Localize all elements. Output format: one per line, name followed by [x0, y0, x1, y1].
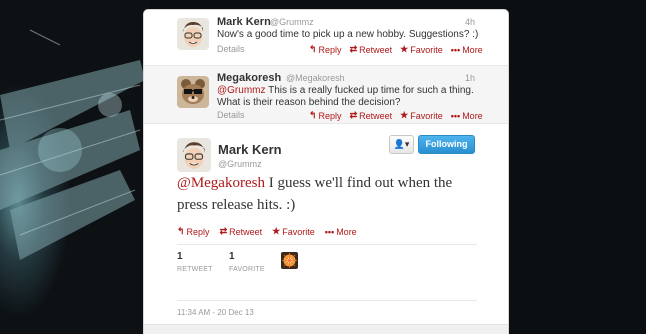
favorite-label: FAVORITE [229, 266, 265, 273]
reply-arrow-icon: ↰ [309, 44, 317, 54]
tweet-text: @Grummz This is a really fucked up time … [217, 85, 474, 108]
tweet-time[interactable]: 1h [465, 73, 475, 83]
favorite-button[interactable]: ★ Favorite [400, 44, 443, 55]
mention-link[interactable]: @Megakoresh [177, 175, 265, 191]
retweet-icon: ⇄ [349, 110, 358, 120]
reply-button[interactable]: ↰ Reply [309, 110, 342, 121]
tweet-author-name[interactable]: Megakoresh [217, 72, 281, 84]
tweet-author-handle[interactable]: @Megakoresh [286, 73, 345, 83]
dots-icon: ••• [324, 226, 335, 237]
favorite-count: 1 [229, 251, 235, 262]
tweet-author-name[interactable]: Mark Kern [217, 16, 271, 28]
reply-arrow-icon: ↰ [177, 226, 185, 236]
avatar[interactable] [177, 76, 209, 108]
divider [177, 244, 477, 245]
reply-box-area [144, 324, 508, 334]
tweet-item[interactable]: Megakoresh @Megakoresh 1h @Grummz This i… [144, 66, 508, 124]
favoriter-avatar[interactable] [281, 252, 298, 269]
star-icon: ★ [272, 226, 281, 236]
avatar[interactable] [177, 18, 209, 50]
tweet-actions: ↰ Reply ⇄ Retweet ★ Favorite ••• More [309, 44, 483, 55]
tweet-author-handle[interactable]: @Grummz [218, 159, 262, 169]
avatar[interactable] [177, 138, 211, 172]
mention-link[interactable]: @Grummz [217, 85, 265, 96]
user-icon: 👤 [393, 139, 405, 149]
details-link[interactable]: Details [217, 44, 245, 54]
retweet-label: RETWEET [177, 266, 213, 273]
tweet-actions: ↰ Reply ⇄ Retweet ★ Favorite ••• More [309, 110, 483, 121]
divider [177, 300, 477, 301]
retweet-count: 1 [177, 251, 183, 262]
user-actions-button[interactable]: 👤▾ [389, 135, 414, 154]
tweet-timeline: Mark Kern @Grummz 4h Now's a good time t… [143, 9, 509, 334]
dots-icon: ••• [450, 44, 461, 55]
retweet-icon: ⇄ [219, 226, 228, 236]
favorite-button[interactable]: ★ Favorite [400, 110, 443, 121]
reply-button[interactable]: ↰ Reply [309, 44, 342, 55]
retweet-button[interactable]: ⇄ Retweet [350, 44, 393, 55]
reply-arrow-icon: ↰ [309, 110, 317, 120]
tweet-actions: ↰ Reply ⇄ Retweet ★ Favorite ••• More [177, 226, 357, 237]
dots-icon: ••• [450, 110, 461, 121]
tweet-text: Now's a good time to pick up a new hobby… [217, 29, 479, 40]
favorite-stat[interactable]: 1 FAVORITE [229, 251, 265, 273]
tweet-author-handle[interactable]: @Grummz [270, 17, 314, 27]
favorite-button[interactable]: ★ Favorite [272, 226, 315, 237]
more-button[interactable]: ••• More [325, 226, 357, 237]
tweet-author-name[interactable]: Mark Kern [218, 142, 282, 157]
star-icon: ★ [400, 110, 409, 120]
retweet-stat[interactable]: 1 RETWEET [177, 251, 213, 273]
more-button[interactable]: ••• More [451, 44, 483, 55]
tweet-item[interactable]: Mark Kern @Grummz 4h Now's a good time t… [144, 10, 508, 66]
tweet-timestamp[interactable]: 11:34 AM - 20 Dec 13 [177, 308, 254, 317]
star-icon: ★ [400, 44, 409, 54]
expanded-tweet: Mark Kern @Grummz 👤▾ Following @Megakore… [144, 124, 508, 334]
retweet-button[interactable]: ⇄ Retweet [220, 226, 263, 237]
details-link[interactable]: Details [217, 110, 245, 120]
tweet-time[interactable]: 4h [465, 17, 475, 27]
following-button[interactable]: Following [418, 135, 475, 154]
tweet-text: @Megakoresh I guess we'll find out when … [177, 175, 453, 213]
more-button[interactable]: ••• More [451, 110, 483, 121]
retweet-icon: ⇄ [349, 44, 358, 54]
retweet-button[interactable]: ⇄ Retweet [350, 110, 393, 121]
reply-button[interactable]: ↰ Reply [177, 226, 210, 237]
